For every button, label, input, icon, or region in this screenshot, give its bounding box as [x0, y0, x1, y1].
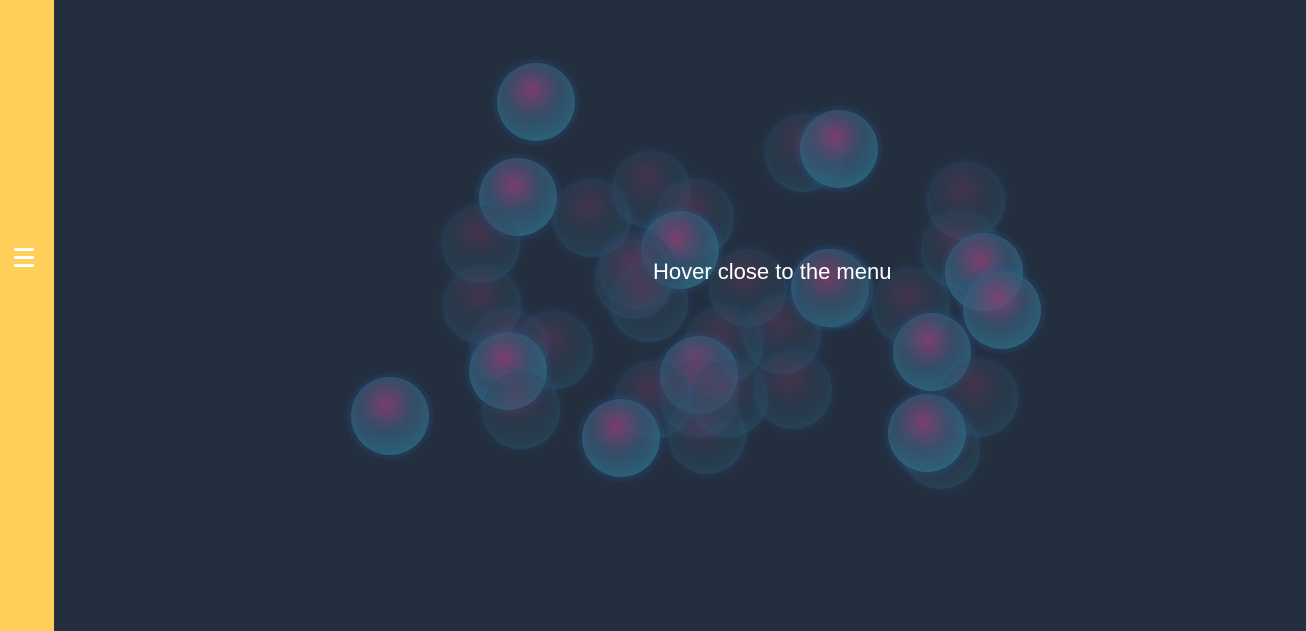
bubble-field — [348, 60, 1044, 492]
hover-hint-text: Hover close to the menu — [653, 259, 892, 284]
bubble — [754, 351, 832, 429]
bubble — [482, 371, 560, 449]
bubble — [888, 394, 966, 472]
bubble — [963, 271, 1041, 349]
bubble — [582, 399, 660, 477]
sidebar — [0, 0, 54, 631]
bubble — [351, 377, 429, 455]
bubble — [800, 110, 878, 188]
bubble — [497, 63, 575, 141]
main-canvas: Hover close to the menu — [54, 0, 1306, 631]
hamburger-menu-icon[interactable] — [14, 248, 34, 268]
